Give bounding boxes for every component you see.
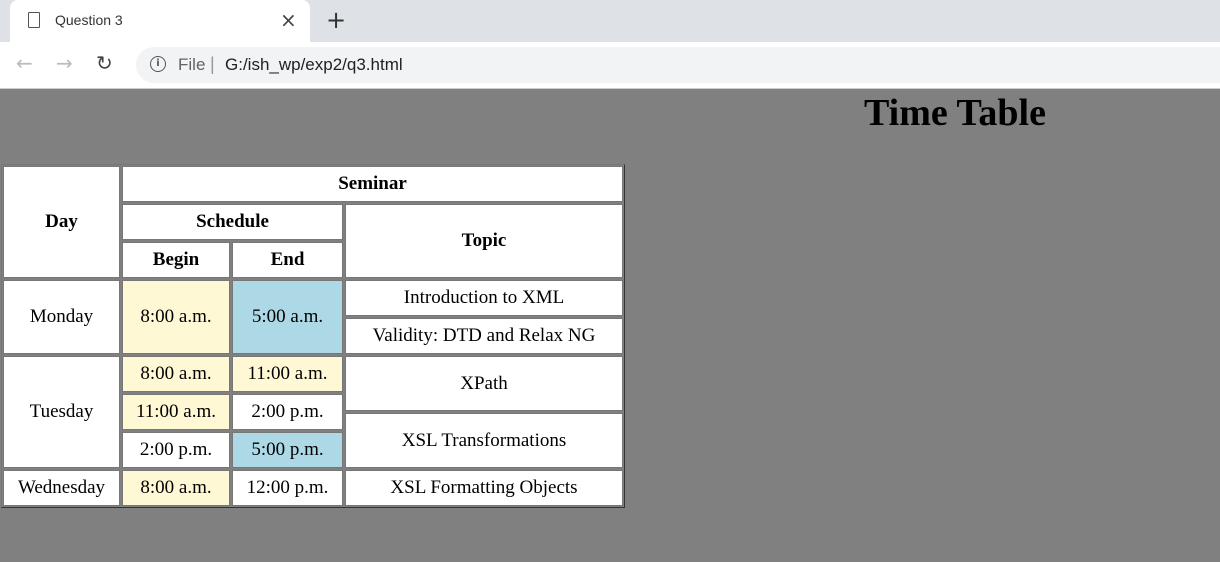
day-cell: Tuesday — [3, 356, 120, 468]
day-cell: Wednesday — [3, 470, 120, 506]
tab-title: Question 3 — [55, 12, 123, 28]
url-scheme: File — [178, 55, 206, 74]
page-title: Time Table — [864, 92, 1046, 134]
header-seminar: Seminar — [122, 166, 623, 202]
time-table: Day Seminar Schedule Topic Begin End Monday 8:0… — [1, 164, 625, 508]
header-end: End — [232, 242, 343, 278]
end-cell: 11:00 a.m. — [232, 356, 343, 392]
url-separator: | — [210, 54, 215, 74]
begin-cell: 2:00 p.m. — [122, 432, 230, 468]
topic-cell: Introduction to XML — [345, 280, 623, 316]
address-bar[interactable]: i File | G:/ish_wp/exp2/q3.html — [136, 47, 1220, 83]
back-icon[interactable]: ← — [16, 51, 33, 75]
end-cell: 2:00 p.m. — [232, 394, 343, 430]
begin-cell: 8:00 a.m. — [122, 356, 230, 392]
toolbar: ← → ↻ i File | G:/ish_wp/exp2/q3.html — [0, 42, 1220, 89]
begin-cell: 8:00 a.m. — [122, 280, 230, 354]
page-icon — [28, 12, 40, 28]
end-cell: 12:00 p.m. — [232, 470, 343, 506]
info-icon[interactable]: i — [150, 56, 166, 72]
close-icon[interactable]: × — [280, 8, 297, 32]
tab-bar: Question 3 × + — [0, 0, 1220, 42]
plus-icon[interactable]: + — [326, 6, 346, 34]
begin-cell: 8:00 a.m. — [122, 470, 230, 506]
day-cell: Monday — [3, 280, 120, 354]
header-day: Day — [3, 166, 120, 278]
topic-cell: XSL Transformations — [345, 413, 623, 468]
reload-icon[interactable]: ↻ — [96, 51, 113, 75]
end-cell: 5:00 a.m. — [232, 280, 343, 354]
header-topic: Topic — [345, 204, 623, 278]
begin-cell: 11:00 a.m. — [122, 394, 230, 430]
end-cell: 5:00 p.m. — [232, 432, 343, 468]
topic-cell: Validity: DTD and Relax NG — [345, 318, 623, 354]
header-begin: Begin — [122, 242, 230, 278]
topic-cell: XSL Formatting Objects — [345, 470, 623, 506]
tab-question-3[interactable]: Question 3 × — [10, 0, 310, 42]
forward-icon[interactable]: → — [56, 51, 73, 75]
url-text[interactable]: G:/ish_wp/exp2/q3.html — [225, 55, 403, 75]
topic-cell: XPath — [345, 356, 623, 411]
header-schedule: Schedule — [122, 204, 343, 240]
